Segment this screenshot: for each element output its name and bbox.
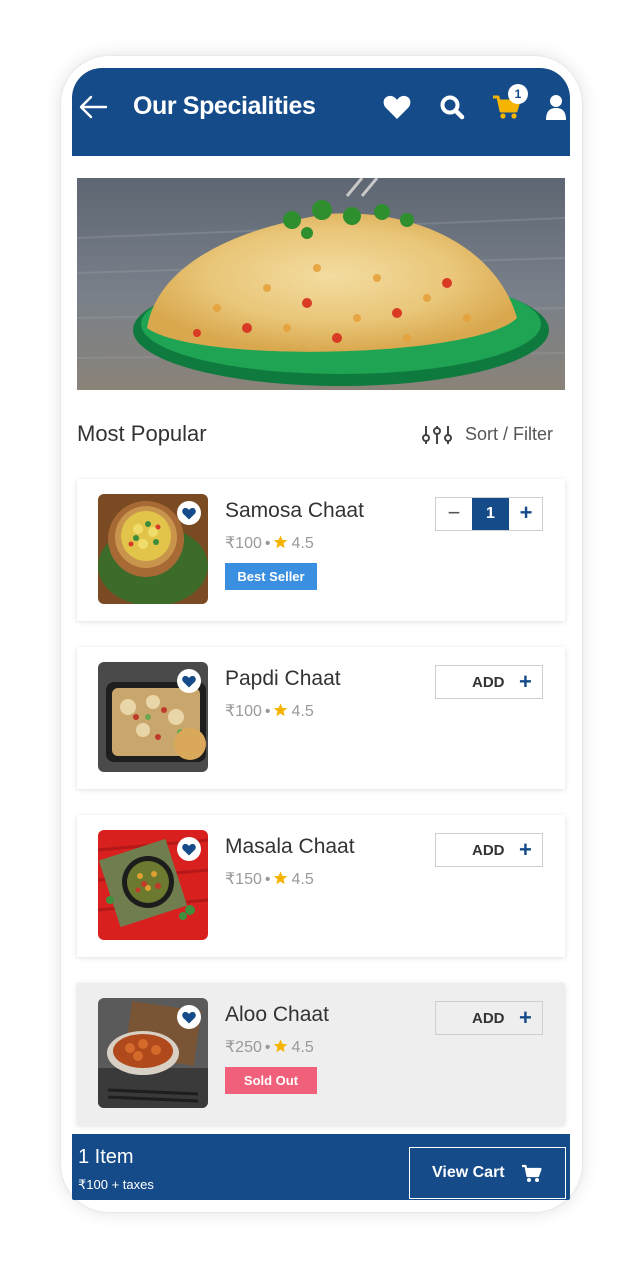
product-price: ₹250 [225,1039,262,1056]
favorite-toggle[interactable] [177,837,201,861]
add-label: ADD [472,674,505,691]
favorite-toggle[interactable] [177,1005,201,1029]
page-title: Our Specialities [133,92,316,120]
user-icon[interactable] [544,94,568,120]
heart-icon [182,843,196,856]
cart-icon [522,1164,542,1182]
top-app-bar: Our Specialities 1 [72,68,570,156]
product-price: ₹100 [225,535,262,552]
product-card[interactable]: Aloo Chaat ₹250 • 4.5 Sold Out ADD + [77,983,565,1125]
product-card[interactable]: Samosa Chaat ₹100 • 4.5 Best Seller − 1 + [77,479,565,621]
plus-icon: + [519,837,532,862]
best-seller-badge: Best Seller [225,563,317,590]
add-to-cart-button[interactable]: ADD + [435,1001,543,1035]
back-arrow-icon[interactable] [78,94,108,120]
heart-icon [182,507,196,520]
product-rating: 4.5 [291,871,314,888]
product-price: ₹150 [225,871,262,888]
sort-filter-button[interactable]: Sort / Filter [422,423,570,447]
separator-dot: • [264,703,271,720]
quantity-stepper: − 1 + [435,497,543,531]
hero-banner-image [77,178,565,390]
increase-quantity-button[interactable]: + [509,498,543,530]
product-name: Samosa Chaat [225,499,364,522]
star-icon [274,703,288,717]
star-icon [274,1039,288,1053]
separator-dot: • [264,871,271,888]
favorite-toggle[interactable] [177,669,201,693]
sort-filter-label: Sort / Filter [465,424,554,444]
star-icon [274,871,288,885]
heart-icon[interactable] [383,94,411,120]
add-to-cart-button[interactable]: ADD + [435,665,543,699]
view-cart-label: View Cart [432,1164,505,1181]
product-rating: 4.5 [291,1039,314,1056]
app-screen: Our Specialities 1 Most Popular Sort / F… [72,68,570,1200]
product-name: Masala Chaat [225,835,355,858]
plus-icon: + [519,1005,532,1030]
separator-dot: • [264,1039,271,1056]
view-cart-button[interactable]: View Cart [409,1147,566,1199]
quantity-value: 1 [472,498,509,530]
sliders-icon [422,426,452,444]
heart-icon [182,1011,196,1024]
section-title: Most Popular [77,421,207,446]
plus-icon: + [519,669,532,694]
add-label: ADD [472,1010,505,1027]
star-icon [274,535,288,549]
heart-icon [182,675,196,688]
price-rating: ₹100 • 4.5 [225,701,314,721]
decrease-quantity-button[interactable]: − [436,498,472,530]
product-name: Aloo Chaat [225,1003,329,1026]
product-name: Papdi Chaat [225,667,341,690]
favorite-toggle[interactable] [177,501,201,525]
cart-item-count: 1 Item [78,1146,134,1168]
product-rating: 4.5 [291,703,314,720]
sold-out-badge: Sold Out [225,1067,317,1094]
product-rating: 4.5 [291,535,314,552]
product-price: ₹100 [225,703,262,720]
product-card[interactable]: Papdi Chaat ₹100 • 4.5 ADD + [77,647,565,789]
price-rating: ₹100 • 4.5 [225,533,314,553]
search-icon[interactable] [439,94,465,120]
separator-dot: • [264,535,271,552]
product-card[interactable]: Masala Chaat ₹150 • 4.5 ADD + [77,815,565,957]
cart-summary-bar: 1 Item ₹100 + taxes View Cart [72,1134,570,1200]
cart-total: ₹100 + taxes [78,1177,154,1192]
add-to-cart-button[interactable]: ADD + [435,833,543,867]
cart-count-badge: 1 [508,84,528,104]
price-rating: ₹250 • 4.5 [225,1037,314,1057]
price-rating: ₹150 • 4.5 [225,869,314,889]
add-label: ADD [472,842,505,859]
